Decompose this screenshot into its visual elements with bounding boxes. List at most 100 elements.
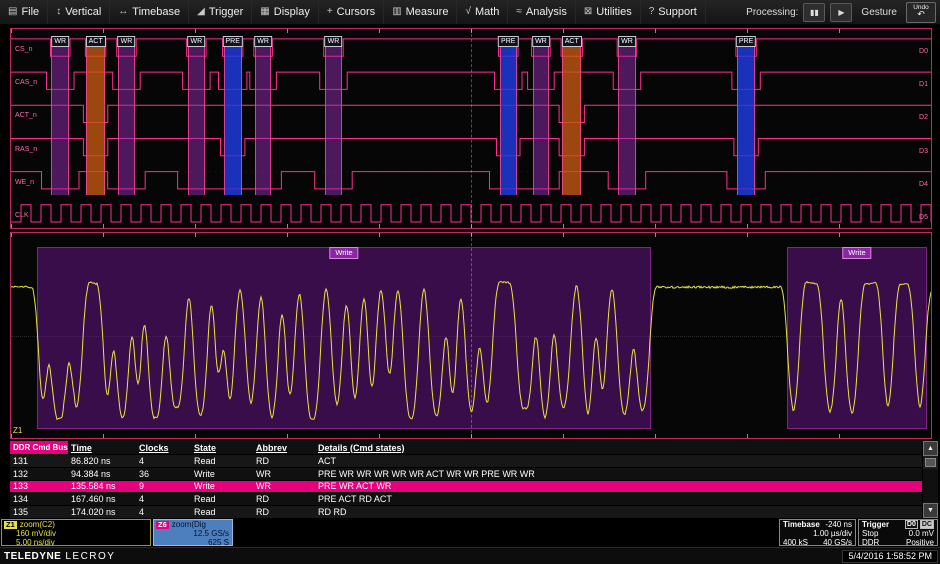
cmd-bar-pre-4[interactable] [224, 47, 242, 195]
table-row-131[interactable]: 13186.820 ns4ReadRDACT [10, 454, 922, 467]
trigger-mode-line: Stop 0.0 mV [859, 529, 937, 538]
cell-index: 134 [10, 494, 68, 504]
cmd-bar-wr-2[interactable] [118, 47, 135, 195]
support-icon: ? [649, 7, 655, 17]
analog-zoom-panel[interactable]: WriteWriteZ1 [10, 232, 932, 439]
cmd-bar-act-1[interactable] [86, 47, 104, 195]
measure-icon: ▥ [392, 7, 401, 17]
menu-bar: ▤File↕Vertical↔Timebase◢Trigger▦Display+… [0, 0, 940, 25]
play-button[interactable]: ▶ [830, 3, 852, 22]
z6-srate-line: 12.5 GS/s [154, 529, 232, 538]
cell-state: Read [191, 456, 253, 466]
cell-abbrev: WR [253, 481, 315, 491]
trigger-source-badge: D0 [905, 520, 918, 529]
menu-item-label: Measure [406, 6, 449, 18]
pause-button[interactable]: ▮▮ [803, 3, 825, 22]
cmd-bar-wr-5[interactable] [255, 47, 272, 195]
col-header-time[interactable]: Time [68, 443, 136, 453]
menu-item-measure[interactable]: ▥ Measure [384, 0, 457, 24]
cell-details: PRE ACT RD ACT [315, 494, 922, 504]
z6-descriptor-box[interactable]: Z6 zoom(Dig 12.5 GS/s 625 S [153, 519, 233, 546]
cell-index: 131 [10, 456, 68, 466]
menu-item-math[interactable]: √Math [457, 0, 508, 24]
cmd-bar-wr-3[interactable] [188, 47, 205, 195]
cell-state: Write [191, 469, 253, 479]
trigger-header: Trigger D0 DC [859, 520, 937, 529]
digital-waveforms [11, 29, 931, 228]
cmd-label-wr-10: WR [618, 36, 636, 47]
cmd-label-wr-5: WR [254, 36, 272, 47]
cell-abbrev: RD [253, 494, 315, 504]
cell-time: 135.584 ns [68, 481, 136, 491]
table-row-134[interactable]: 134167.460 ns4ReadRDPRE ACT RD ACT [10, 492, 922, 505]
z1-vdiv-line: 160 mV/div [2, 529, 150, 538]
cell-index: 135 [10, 507, 68, 517]
cmd-label-pre-11: PRE [736, 36, 756, 47]
table-scrollbar[interactable]: ▲ ▼ [922, 441, 938, 518]
cmd-bar-act-9[interactable] [562, 47, 581, 195]
brand-logo: TELEDYNE LECROY [0, 551, 115, 562]
timebase-offset: -240 ns [825, 520, 852, 529]
menu-item-support[interactable]: ?Support [641, 0, 706, 24]
cmd-bar-pre-11[interactable] [737, 47, 755, 195]
cmd-bar-wr-0[interactable] [51, 47, 68, 195]
scroll-up-button[interactable]: ▲ [923, 441, 938, 456]
cell-abbrev: WR [253, 469, 315, 479]
z6-badge: Z6 [156, 521, 169, 529]
table-row-132[interactable]: 13294.384 ns36WriteWRPRE WR WR WR WR WR … [10, 467, 922, 480]
col-header-abbrev[interactable]: Abbrev [253, 443, 315, 453]
scroll-track[interactable] [923, 469, 938, 503]
table-row-133[interactable]: 133135.584 ns9WriteWRPRE WR ACT WR [10, 480, 922, 493]
menu-item-trigger[interactable]: ◢Trigger [189, 0, 252, 24]
menu-item-timebase[interactable]: ↔Timebase [110, 0, 189, 24]
menu-item-utilities[interactable]: ⊠Utilities [576, 0, 641, 24]
z1-descriptor-box[interactable]: Z1 zoom(C2) 160 mV/div 5.00 ns/div [1, 519, 151, 546]
timebase-box[interactable]: Timebase -240 ns 1.00 µs/div 400 kS 40 G… [779, 519, 856, 546]
col-header-clocks[interactable]: Clocks [136, 443, 191, 453]
trigger-mode: Stop [862, 529, 878, 538]
menu-item-display[interactable]: ▦Display [252, 0, 319, 24]
trigger-type-line: DDR Positive [859, 538, 937, 547]
z1-vdiv: 160 mV/div [16, 529, 56, 538]
timebase-tdiv: 1.00 µs/div [813, 529, 852, 538]
col-header-details[interactable]: Details (Cmd states) [315, 443, 922, 453]
menu-bar-items: ▤File↕Vertical↔Timebase◢Trigger▦Display+… [0, 0, 706, 24]
trigger-label: Trigger [862, 520, 889, 529]
cmd-bar-wr-6[interactable] [325, 47, 342, 195]
timebase-sample-rate: 40 GS/s [823, 538, 852, 547]
cmd-label-pre-7: PRE [498, 36, 518, 47]
trigger-slope: Positive [906, 538, 934, 547]
scroll-down-button[interactable]: ▼ [923, 503, 938, 518]
datetime: 5/4/2016 1:58:52 PM [842, 550, 938, 563]
z6-samples-line: 625 S [154, 538, 232, 547]
cell-clocks: 4 [136, 507, 191, 517]
cmd-label-act-9: ACT [562, 36, 582, 47]
timebase-icon: ↔ [118, 7, 128, 17]
z6-header: Z6 zoom(Dig [154, 520, 232, 529]
menu-item-vertical[interactable]: ↕Vertical [48, 0, 110, 24]
cmd-bar-wr-8[interactable] [533, 47, 550, 195]
z1-trace-tag: Z1 [13, 426, 22, 435]
scroll-thumb[interactable] [925, 458, 936, 467]
timebase-label: Timebase [783, 520, 820, 529]
trigger-icon: ◢ [197, 7, 205, 17]
descriptor-bar: Z1 zoom(C2) 160 mV/div 5.00 ns/div Z6 zo… [0, 519, 940, 546]
menu-item-analysis[interactable]: ≈Analysis [508, 0, 575, 24]
digital-bus-panel[interactable]: CS_nD0CAS_nD1ACT_nD2RAS_nD3WE_nD4CLKD5WR… [10, 28, 932, 229]
table-row-135[interactable]: 135174.020 ns4ReadRDRD RD [10, 505, 922, 518]
undo-button[interactable]: Undo ↶ [906, 2, 936, 23]
cmd-bar-wr-10[interactable] [618, 47, 635, 195]
write-region-label-1: Write [329, 247, 358, 259]
cmd-bar-pre-7[interactable] [500, 47, 517, 195]
menu-item-cursors[interactable]: +Cursors [319, 0, 384, 24]
menu-item-label: File [21, 6, 39, 18]
cell-state: Write [191, 481, 253, 491]
vertical-icon: ↕ [56, 7, 61, 17]
col-header-state[interactable]: State [191, 443, 253, 453]
cell-details: RD RD [315, 507, 922, 517]
z1-tdiv-line: 5.00 ns/div [2, 538, 150, 547]
z1-source: zoom(C2) [20, 520, 55, 529]
trigger-box[interactable]: Trigger D0 DC Stop 0.0 mV DDR Positive [858, 519, 938, 546]
menu-item-file[interactable]: ▤File [0, 0, 48, 24]
menu-bar-right: Processing: ▮▮ ▶ Gesture Undo ↶ [746, 2, 940, 23]
